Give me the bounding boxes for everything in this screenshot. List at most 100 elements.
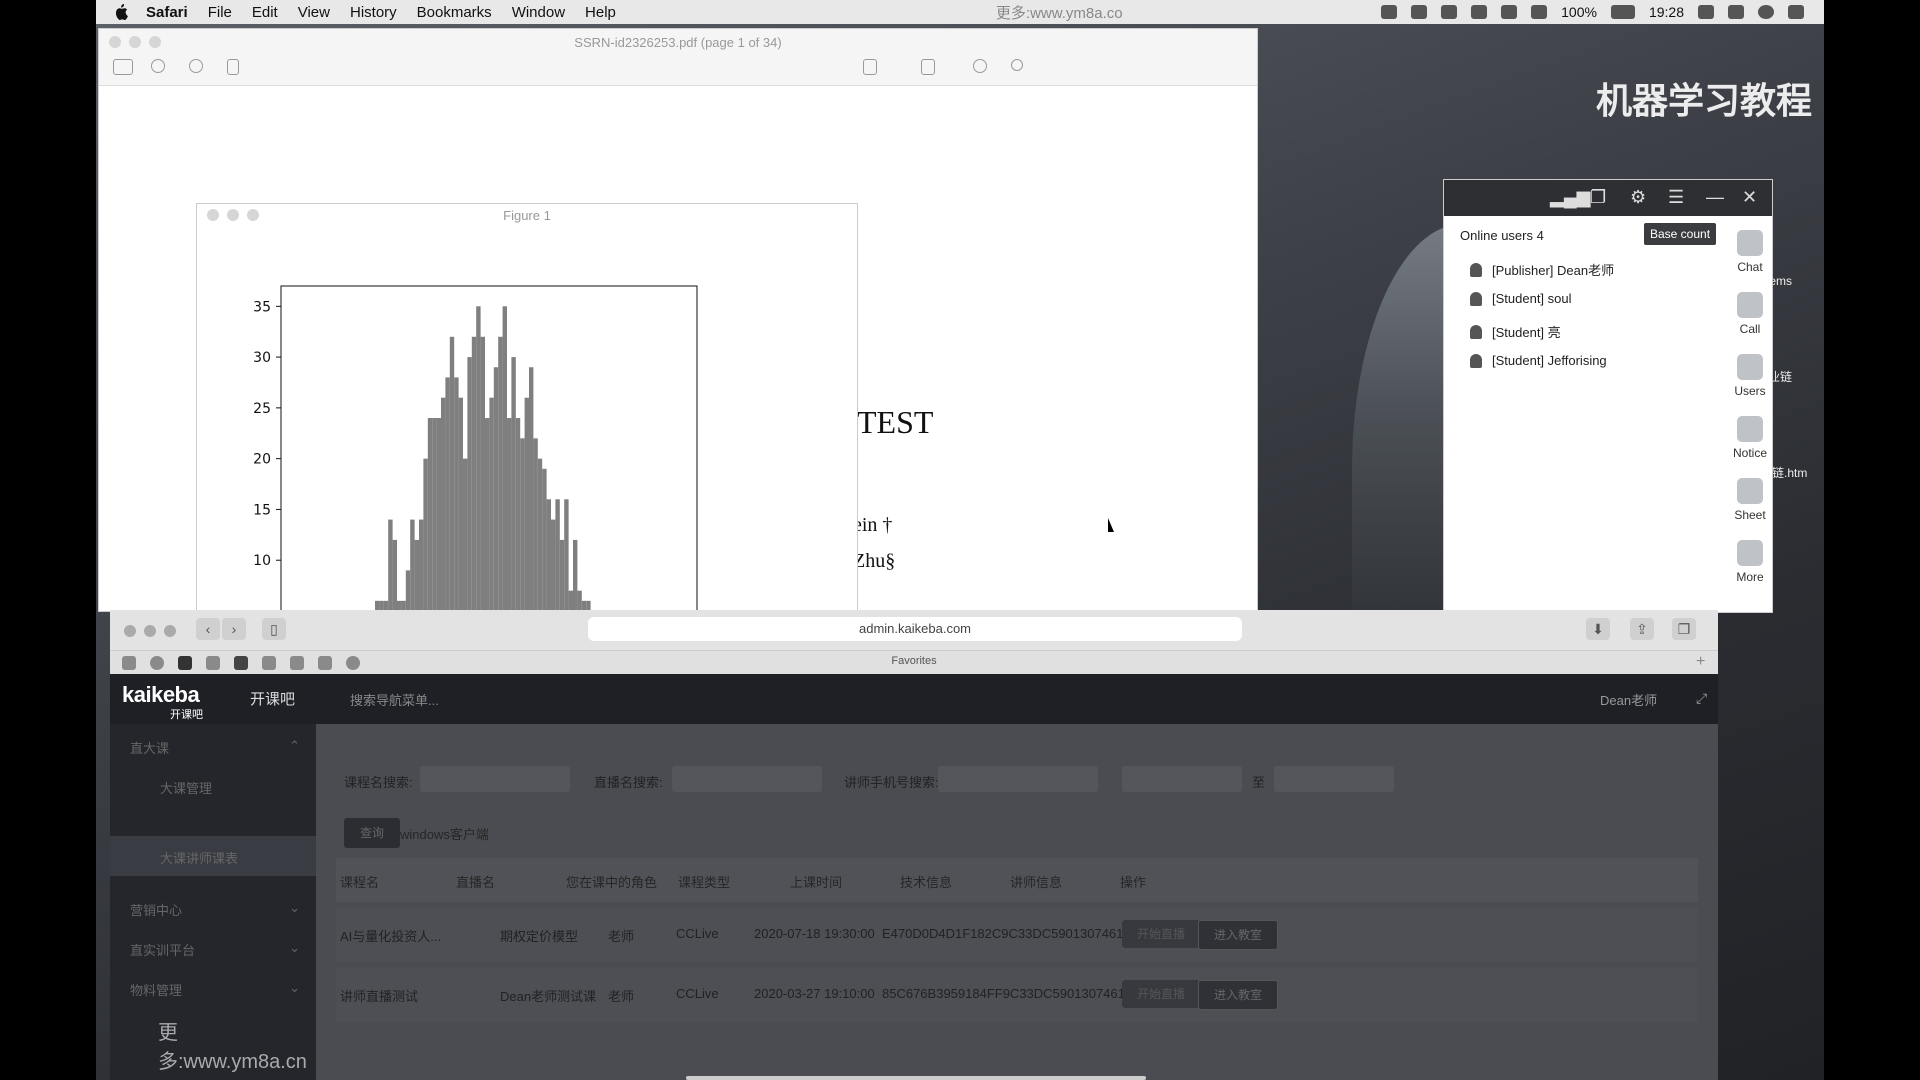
sidebar-group-training[interactable]: 直实训平台 ⌄ (130, 940, 300, 959)
user-row[interactable]: [Student] Jefforising (1470, 353, 1607, 368)
annotate-icon[interactable] (973, 59, 987, 73)
live-search-input[interactable] (672, 766, 822, 792)
notice-icon (1737, 416, 1763, 442)
rotate-icon[interactable] (921, 59, 935, 75)
bookmark-icon[interactable] (262, 656, 276, 670)
menu-app-name[interactable]: Safari (136, 4, 198, 21)
sidebar-group-materials[interactable]: 物料管理 ⌄ (130, 980, 300, 999)
input-icon[interactable] (1531, 5, 1548, 19)
sidebar-icon[interactable] (113, 59, 133, 75)
tab-label: More (1736, 570, 1764, 584)
course-search-input[interactable] (420, 766, 570, 792)
desktop-file-label[interactable]: 链.htm (1772, 464, 1807, 481)
search-icon[interactable] (1011, 59, 1023, 71)
siri-icon[interactable] (1758, 5, 1774, 19)
bookmark-icon[interactable] (346, 656, 360, 670)
menu-window[interactable]: Window (502, 4, 575, 21)
zoom-button[interactable] (164, 625, 176, 637)
gear-icon[interactable]: ⚙ (1630, 187, 1646, 208)
user-icon[interactable] (1698, 5, 1714, 19)
sidebar-item-teacher-schedule[interactable]: 大课讲师课表 (160, 848, 238, 867)
address-bar[interactable]: admin.kaikeba.com (588, 617, 1242, 641)
minimize-icon[interactable]: — (1706, 187, 1724, 208)
apple-icon[interactable] (114, 4, 128, 20)
call-tab[interactable]: Call (1730, 292, 1770, 336)
bookmark-icon[interactable] (206, 656, 220, 670)
battery-icon[interactable] (1610, 5, 1635, 19)
menu-history[interactable]: History (340, 4, 407, 21)
more-tab[interactable]: More (1730, 540, 1770, 584)
volume-icon[interactable] (1441, 5, 1458, 19)
clock[interactable]: 19:28 (1649, 4, 1684, 20)
bookmark-icon[interactable] (290, 656, 304, 670)
notice-tab[interactable]: Notice (1730, 416, 1770, 460)
sidebar-group-courses[interactable]: 直大课 ⌃ (130, 738, 300, 757)
battery-percent[interactable]: 100% (1561, 4, 1597, 20)
enter-classroom-button[interactable]: 进入教室 (1198, 920, 1278, 950)
bookmark-icon[interactable] (150, 656, 164, 670)
back-button[interactable]: ‹ (196, 618, 220, 640)
menu-search-input[interactable]: 搜索导航菜单... (350, 690, 439, 709)
windows-client-link[interactable]: windows客户端 (400, 824, 489, 843)
search-button[interactable]: 查询 (344, 818, 400, 848)
kaikeba-logo[interactable]: kaikeba (122, 682, 200, 708)
menu-bookmarks[interactable]: Bookmarks (407, 4, 502, 21)
close-icon[interactable]: ✕ (1742, 187, 1757, 208)
mouse-cursor (1108, 518, 1114, 532)
current-user[interactable]: Dean老师 (1600, 690, 1657, 709)
nav-title[interactable]: 开课吧 (250, 688, 295, 709)
share-icon[interactable] (227, 59, 239, 75)
status-icon[interactable] (1411, 5, 1428, 19)
bookmark-icon[interactable] (122, 656, 136, 670)
add-tab-icon[interactable]: + (1696, 653, 1705, 671)
histogram-bar (520, 438, 525, 611)
date-end-input[interactable] (1274, 766, 1394, 792)
user-row[interactable]: [Student] 亮 (1470, 322, 1561, 341)
zoom-in-icon[interactable] (189, 59, 203, 73)
menu-help[interactable]: Help (575, 4, 626, 21)
menu-file[interactable]: File (198, 4, 242, 21)
sheet-tab[interactable]: Sheet (1730, 478, 1770, 522)
zoom-out-icon[interactable] (151, 59, 165, 73)
sidebar-item-course-manage[interactable]: 大课管理 (160, 778, 212, 797)
menu-edit[interactable]: Edit (242, 4, 288, 21)
tabs-button[interactable]: ❐ (1672, 618, 1696, 640)
user-row[interactable]: [Student] soul (1470, 291, 1572, 306)
date-start-input[interactable] (1122, 766, 1242, 792)
horizontal-scrollbar[interactable] (686, 1076, 1146, 1080)
y-tick-label: 15 (253, 502, 271, 518)
fullscreen-icon[interactable]: ⤢ (1696, 690, 1707, 707)
wifi-icon[interactable] (1501, 5, 1518, 19)
start-live-button[interactable]: 开始直播 (1122, 920, 1200, 948)
notification-icon[interactable] (1788, 5, 1804, 19)
display-icon[interactable] (1471, 5, 1488, 19)
bookmark-icon[interactable] (318, 656, 332, 670)
share-button[interactable]: ⇪ (1630, 618, 1654, 640)
base-count-button[interactable]: Base count (1644, 223, 1717, 245)
bookmark-icon[interactable] (178, 656, 192, 670)
histogram-bar (533, 438, 538, 611)
search-icon[interactable] (1728, 5, 1744, 19)
sidebar-group-marketing[interactable]: 营销中心 ⌄ (130, 900, 300, 919)
histogram-bar (463, 458, 468, 611)
downloads-button[interactable]: ⬇ (1586, 618, 1610, 640)
status-icon[interactable] (1381, 5, 1398, 19)
chat-tab[interactable]: Chat (1730, 230, 1770, 274)
sidebar-toggle-button[interactable]: ▯ (262, 618, 286, 640)
histogram-bar (485, 418, 490, 611)
menu-icon[interactable]: ☰ (1668, 187, 1684, 208)
markup-icon[interactable] (863, 59, 877, 75)
phone-search-input[interactable] (938, 766, 1098, 792)
forward-button[interactable]: › (222, 618, 246, 640)
user-row[interactable]: [Publisher] Dean老师 (1470, 260, 1614, 279)
bookmark-icon[interactable] (234, 656, 248, 670)
menu-view[interactable]: View (288, 4, 340, 21)
person-icon (1470, 262, 1482, 277)
enter-classroom-button[interactable]: 进入教室 (1198, 980, 1278, 1010)
users-tab[interactable]: Users (1730, 354, 1770, 398)
close-button[interactable] (124, 625, 136, 637)
minimize-button[interactable] (144, 625, 156, 637)
window-mode-icon[interactable]: ❐ (1590, 187, 1606, 208)
column-header: 讲师信息 (1010, 875, 1063, 890)
start-live-button[interactable]: 开始直播 (1122, 980, 1200, 1008)
